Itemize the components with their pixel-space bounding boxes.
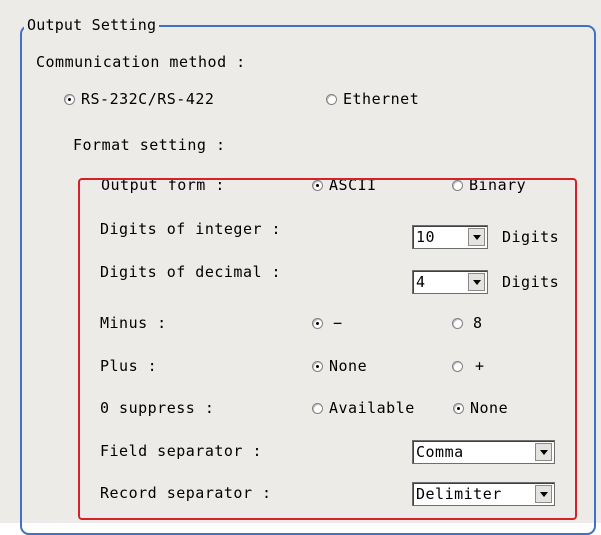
minus-label: Minus :: [100, 314, 167, 332]
chevron-down-icon: [539, 449, 548, 455]
radio-dot-icon: [452, 317, 463, 329]
radio-suppress-available-label: Available: [329, 399, 415, 417]
digits-integer-value: 10: [416, 228, 436, 246]
digits-integer-select[interactable]: 10: [412, 225, 488, 249]
radio-plus-sign[interactable]: +: [452, 356, 485, 376]
radio-suppress-none[interactable]: None: [453, 398, 508, 418]
digits-decimal-unit: Digits: [502, 273, 560, 291]
radio-plus-none[interactable]: None: [312, 356, 367, 376]
field-separator-value: Comma: [416, 443, 464, 461]
dropdown-button[interactable]: [535, 485, 552, 503]
radio-dot-selected-icon: [64, 93, 75, 105]
dropdown-button[interactable]: [535, 443, 552, 461]
radio-plus-sign-label: +: [475, 357, 485, 375]
format-setting-label: Format setting :: [73, 136, 226, 154]
dropdown-button[interactable]: [468, 273, 485, 291]
radio-suppress-available[interactable]: Available: [312, 398, 415, 418]
digits-decimal-label: Digits of decimal :: [100, 263, 282, 281]
radio-plus-none-label: None: [329, 357, 368, 375]
chevron-down-icon: [539, 491, 548, 497]
field-separator-select[interactable]: Comma: [412, 440, 555, 464]
radio-rs232c[interactable]: RS-232C/RS-422: [64, 89, 214, 109]
communication-method-label: Communication method :: [36, 53, 246, 71]
plus-label: Plus :: [100, 357, 158, 375]
radio-dot-selected-icon: [312, 317, 323, 329]
field-separator-label: Field separator :: [100, 442, 263, 460]
record-separator-select[interactable]: Delimiter: [412, 482, 555, 506]
radio-dot-icon: [312, 402, 323, 414]
radio-minus-8[interactable]: 8: [452, 313, 483, 333]
group-title: Output Setting: [24, 15, 160, 35]
radio-rs232c-label: RS-232C/RS-422: [81, 90, 215, 108]
radio-dot-icon: [326, 93, 337, 105]
radio-minus-8-label: 8: [473, 314, 483, 332]
digits-integer-label: Digits of integer :: [100, 220, 282, 238]
radio-minus-dash[interactable]: −: [312, 313, 343, 333]
record-separator-label: Record separator :: [100, 484, 272, 502]
radio-dot-selected-icon: [453, 402, 464, 414]
digits-decimal-value: 4: [416, 273, 426, 291]
radio-minus-dash-label: −: [333, 314, 343, 332]
radio-ethernet[interactable]: Ethernet: [326, 89, 419, 109]
chevron-down-icon: [472, 279, 481, 285]
output-setting-panel: Output Setting Communication method : RS…: [0, 0, 601, 535]
chevron-down-icon: [472, 234, 481, 240]
dropdown-button[interactable]: [468, 228, 485, 246]
radio-ethernet-label: Ethernet: [343, 90, 420, 108]
radio-dot-selected-icon: [312, 360, 323, 372]
radio-suppress-none-label: None: [470, 399, 509, 417]
digits-integer-unit: Digits: [502, 228, 560, 246]
radio-dot-icon: [452, 360, 463, 372]
zero-suppress-label: 0 suppress :: [100, 399, 215, 417]
digits-decimal-select[interactable]: 4: [412, 270, 488, 294]
record-separator-value: Delimiter: [416, 485, 502, 503]
